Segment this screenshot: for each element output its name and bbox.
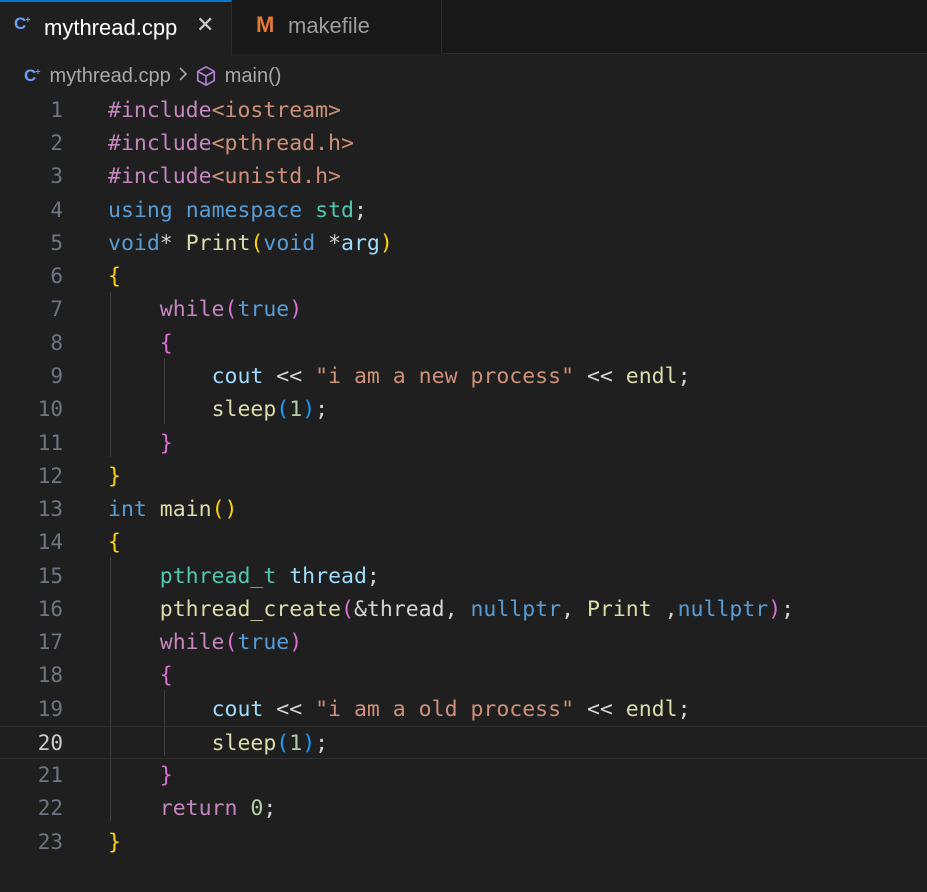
code-text: while(true) bbox=[159, 297, 303, 322]
line-number: 15 bbox=[37, 564, 63, 588]
code-line[interactable]: 21 } bbox=[0, 759, 927, 792]
code-line[interactable]: 23 } bbox=[0, 826, 927, 859]
code-text: void* Print(void *arg) bbox=[108, 231, 393, 256]
code-text: #include<pthread.h> bbox=[108, 131, 354, 156]
line-number: 9 bbox=[50, 364, 63, 388]
line-number: 18 bbox=[37, 663, 63, 687]
code-line[interactable]: 12 } bbox=[0, 460, 927, 493]
code-text: } bbox=[108, 464, 121, 489]
code-line[interactable]: 4 using namespace std; bbox=[0, 194, 927, 227]
tab-mythread-cpp[interactable]: C+ mythread.cpp ✕ bbox=[0, 0, 232, 55]
line-number: 3 bbox=[50, 164, 63, 188]
code-line[interactable]: 19 cout << "i am a old process" << endl; bbox=[0, 693, 927, 726]
code-line[interactable]: 9 cout << "i am a new process" << endl; bbox=[0, 360, 927, 393]
line-number: 11 bbox=[37, 431, 63, 455]
code-line[interactable]: 8 { bbox=[0, 327, 927, 360]
code-line[interactable]: 18 { bbox=[0, 659, 927, 692]
code-text: int main() bbox=[108, 497, 238, 522]
code-text: { bbox=[108, 264, 121, 289]
code-text: { bbox=[159, 663, 173, 688]
code-line[interactable]: 11 } bbox=[0, 427, 927, 460]
code-text: } bbox=[159, 763, 173, 788]
code-text: sleep(1); bbox=[211, 397, 329, 422]
code-text: while(true) bbox=[159, 630, 303, 655]
line-number: 22 bbox=[37, 796, 63, 820]
code-line[interactable]: 7 while(true) bbox=[0, 293, 927, 326]
breadcrumb-symbol[interactable]: main() bbox=[225, 65, 282, 88]
line-number: 4 bbox=[50, 198, 63, 222]
code-line[interactable]: 17 while(true) bbox=[0, 626, 927, 659]
line-number: 10 bbox=[37, 397, 63, 421]
code-line[interactable]: 5 void* Print(void *arg) bbox=[0, 227, 927, 260]
code-line[interactable]: 16 pthread_create(&thread, nullptr, Prin… bbox=[0, 593, 927, 626]
code-text: #include<unistd.h> bbox=[108, 164, 342, 189]
makefile-icon: M bbox=[256, 12, 275, 37]
code-line[interactable]: 6 { bbox=[0, 260, 927, 293]
tab-bar: C+ mythread.cpp ✕ M makefile bbox=[0, 0, 927, 55]
code-line[interactable]: 3 #include<unistd.h> bbox=[0, 160, 927, 193]
code-text: cout << "i am a old process" << endl; bbox=[211, 697, 691, 722]
code-editor[interactable]: 1 #include<iostream> 2 #include<pthread.… bbox=[0, 94, 927, 892]
code-text: } bbox=[159, 431, 173, 456]
chevron-right-icon bbox=[177, 65, 189, 88]
code-line[interactable]: 22 return 0; bbox=[0, 792, 927, 825]
code-text: sleep(1); bbox=[211, 731, 329, 756]
code-line[interactable]: 13 int main() bbox=[0, 493, 927, 526]
line-number: 5 bbox=[50, 231, 63, 255]
cpp-file-icon: C+ bbox=[24, 66, 41, 85]
line-number: 8 bbox=[50, 331, 63, 355]
line-number: 2 bbox=[50, 131, 63, 155]
line-number: 21 bbox=[37, 763, 63, 787]
code-text: { bbox=[159, 331, 173, 356]
code-line[interactable]: 2 #include<pthread.h> bbox=[0, 127, 927, 160]
tab-makefile[interactable]: M makefile bbox=[232, 0, 442, 54]
line-number: 13 bbox=[37, 497, 63, 521]
close-icon[interactable]: ✕ bbox=[196, 13, 214, 38]
code-text: cout << "i am a new process" << endl; bbox=[211, 364, 691, 389]
breadcrumb-file[interactable]: mythread.cpp bbox=[50, 65, 171, 88]
line-number: 14 bbox=[37, 530, 63, 554]
line-number: 7 bbox=[50, 297, 63, 321]
code-text: #include<iostream> bbox=[108, 98, 342, 123]
code-line[interactable]: 15 pthread_t thread; bbox=[0, 560, 927, 593]
code-text: return 0; bbox=[159, 796, 277, 821]
code-line[interactable]: 14 { bbox=[0, 526, 927, 559]
tab-label: mythread.cpp bbox=[44, 15, 178, 40]
line-number: 23 bbox=[37, 830, 63, 854]
method-cube-icon bbox=[196, 66, 215, 86]
line-number: 20 bbox=[37, 731, 63, 755]
line-number: 19 bbox=[37, 697, 63, 721]
code-line[interactable]: 1 #include<iostream> bbox=[0, 94, 927, 127]
code-text: { bbox=[108, 530, 121, 555]
code-text: pthread_create(&thread, nullptr, Print ,… bbox=[159, 597, 795, 622]
tab-label: makefile bbox=[288, 13, 370, 38]
code-text: pthread_t thread; bbox=[159, 564, 380, 589]
code-text: } bbox=[108, 830, 121, 855]
line-number: 12 bbox=[37, 464, 63, 488]
line-number: 17 bbox=[37, 630, 63, 654]
line-number: 16 bbox=[37, 597, 63, 621]
line-number: 1 bbox=[50, 98, 63, 122]
code-line[interactable]: 10 sleep(1); bbox=[0, 393, 927, 426]
code-line-current[interactable]: 20 sleep(1); bbox=[0, 726, 927, 759]
cpp-file-icon: C+ bbox=[14, 14, 31, 33]
line-number: 6 bbox=[50, 264, 63, 288]
code-text: using namespace std; bbox=[108, 198, 367, 223]
breadcrumb: C+ mythread.cpp main() bbox=[24, 60, 281, 92]
